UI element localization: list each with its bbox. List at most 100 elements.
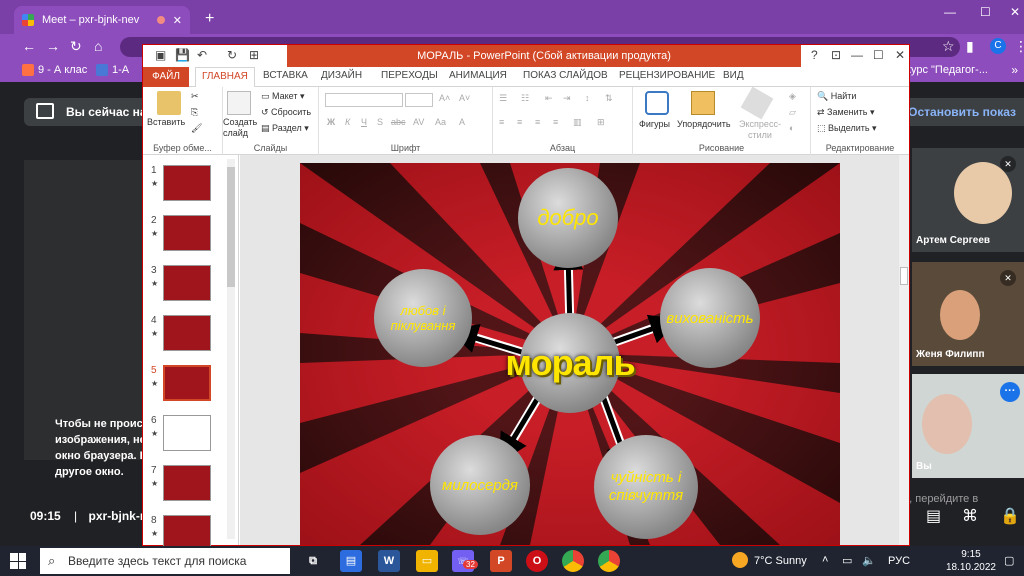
smartart-icon[interactable]: ⊞ (597, 117, 605, 128)
store-icon[interactable]: ▤ (340, 550, 362, 572)
weather-text[interactable]: 7°C Sunny (754, 555, 807, 567)
shrink-font-icon[interactable]: A˅ (459, 93, 470, 103)
participant-tile[interactable]: ✕ Женя Филипп (912, 262, 1024, 366)
volume-icon[interactable]: 🔈 (862, 554, 876, 567)
value-node-bottom-right[interactable]: чуйність і співчуття (594, 435, 698, 539)
bookmark-item[interactable]: 9 - А клас (22, 64, 87, 76)
shape-outline-icon[interactable]: ▱ (789, 107, 796, 118)
bold-icon[interactable]: Ж (327, 117, 335, 127)
lock-icon[interactable]: 🔒 (1000, 506, 1020, 526)
align-right-icon[interactable]: ≡ (535, 117, 540, 127)
justify-icon[interactable]: ≡ (553, 117, 558, 127)
chrome-icon[interactable] (562, 550, 584, 572)
value-node-top[interactable]: добро (518, 168, 618, 268)
strikethrough-icon[interactable]: abc (391, 117, 406, 127)
shadow-icon[interactable]: S (377, 117, 383, 127)
scrollbar-thumb[interactable] (900, 267, 908, 285)
task-view-icon[interactable]: ⧉ (302, 550, 324, 572)
value-node-bottom-left[interactable]: милосердя (430, 435, 530, 535)
section-button[interactable]: ▤ Раздел ▾ (261, 123, 309, 134)
ppt-minimize-icon[interactable]: — (851, 48, 863, 62)
file-explorer-icon[interactable]: ▭ (416, 550, 438, 572)
participant-tile[interactable]: ✕ Артем Сергеев (912, 148, 1024, 252)
font-name-combo[interactable] (325, 93, 403, 107)
cut-icon[interactable]: ✂ (191, 91, 199, 102)
bookmarks-overflow-icon[interactable]: » (1011, 63, 1018, 77)
redo-icon[interactable]: ↻ (227, 48, 237, 62)
windows-start-icon[interactable] (10, 553, 26, 569)
center-node[interactable]: мораль (505, 313, 636, 413)
new-tab-button[interactable]: + (205, 10, 214, 28)
decrease-indent-icon[interactable]: ⇤ (545, 93, 553, 104)
scrollbar-thumb[interactable] (227, 167, 235, 287)
tab-animation[interactable]: АНИМАЦИЯ (449, 70, 507, 81)
language-indicator[interactable]: РУС (888, 555, 910, 567)
stop-presenting-button[interactable]: Остановить показ (908, 105, 1016, 119)
new-slide-button[interactable]: Создать слайд (223, 117, 259, 139)
char-spacing-icon[interactable]: AV (413, 117, 424, 127)
change-case-icon[interactable]: Aa (435, 117, 446, 127)
slide-thumbnail[interactable]: 4 ★ (151, 315, 231, 355)
slide-thumbnail[interactable]: 2 ★ (151, 215, 231, 255)
chrome-profile-icon[interactable] (598, 550, 620, 572)
bullets-icon[interactable]: ☰ (499, 93, 507, 104)
font-size-combo[interactable] (405, 93, 433, 107)
copy-icon[interactable]: ⎘ (191, 107, 198, 118)
tab-design[interactable]: ДИЗАЙН (321, 70, 362, 81)
more-options-button[interactable]: ··· (1000, 382, 1020, 402)
powerpoint-icon[interactable]: P (490, 550, 512, 572)
text-direction-icon[interactable]: ⇅ (605, 93, 613, 104)
underline-icon[interactable]: Ч (361, 117, 367, 127)
reset-button[interactable]: ↺ Сбросить (261, 107, 311, 118)
slide-thumbnail[interactable]: 7 ★ (151, 465, 231, 505)
browser-tab-meet[interactable]: Meet – pxr-bjnk-nev ✕ (14, 6, 190, 34)
arrange-button[interactable]: Упорядочить (677, 119, 731, 129)
tab-home[interactable]: ГЛАВНАЯ (195, 67, 255, 88)
ppt-close-icon[interactable]: ✕ (895, 48, 905, 62)
profile-avatar[interactable]: C (990, 38, 1006, 54)
align-left-icon[interactable]: ≡ (499, 117, 504, 127)
maximize-icon[interactable]: ☐ (980, 5, 991, 19)
tab-file[interactable]: ФАЙЛ (143, 67, 189, 87)
forward-icon[interactable]: → (46, 38, 60, 54)
slideshow-start-icon[interactable]: ⊞ (249, 48, 259, 62)
ribbon-display-icon[interactable]: ⊡ (831, 48, 841, 62)
slide-canvas[interactable]: добро любов і піклування вихованість мор… (300, 163, 840, 545)
taskbar-clock[interactable]: 9:15 18.10.2022 (946, 548, 996, 574)
shape-fill-icon[interactable]: ◈ (789, 91, 796, 102)
tab-insert[interactable]: ВСТАВКА (263, 70, 308, 81)
columns-icon[interactable]: ▥ (573, 117, 582, 128)
slide-thumbnail[interactable]: 1 ★ (151, 165, 231, 205)
italic-icon[interactable]: К (345, 117, 350, 127)
slide-thumbnail[interactable]: 3 ★ (151, 265, 231, 305)
quick-styles-button[interactable]: Экспресс-стили (733, 119, 787, 141)
align-center-icon[interactable]: ≡ (517, 117, 522, 127)
minimize-icon[interactable]: — (944, 5, 956, 19)
opera-icon[interactable]: O (526, 550, 548, 572)
tab-slideshow[interactable]: ПОКАЗ СЛАЙДОВ (523, 70, 608, 81)
home-icon[interactable]: ⌂ (94, 38, 102, 54)
tray-chevron-icon[interactable]: ˄ (822, 554, 828, 566)
tab-transitions[interactable]: ПЕРЕХОДЫ (381, 70, 438, 81)
tab-close-button[interactable]: ✕ (173, 14, 182, 27)
increase-indent-icon[interactable]: ⇥ (563, 93, 571, 104)
tab-view[interactable]: ВИД (723, 70, 744, 81)
bookmark-item[interactable]: 1-А (96, 64, 129, 76)
shapes-button[interactable]: Фигуры (639, 119, 670, 129)
value-node-right[interactable]: вихованість (660, 268, 760, 368)
find-button[interactable]: 🔍 Найти (817, 91, 856, 102)
undo-icon[interactable]: ↶ (197, 48, 207, 62)
grow-font-icon[interactable]: A˄ (439, 93, 450, 103)
numbering-icon[interactable]: ☷ (521, 93, 529, 104)
reload-icon[interactable]: ↻ (70, 38, 82, 55)
notifications-icon[interactable]: ▢ (1004, 554, 1014, 567)
value-node-left[interactable]: любов і піклування (374, 269, 472, 367)
menu-kebab-icon[interactable]: ⋮ (1014, 38, 1024, 55)
save-icon[interactable]: 💾 (175, 48, 190, 62)
font-color-icon[interactable]: A (459, 117, 465, 127)
side-panel-icon[interactable]: ▮ (966, 38, 974, 55)
help-icon[interactable]: ? (811, 48, 818, 62)
bookmark-star-icon[interactable]: ☆ (942, 38, 955, 55)
paste-button[interactable]: Вставить (147, 117, 185, 127)
thumbnail-scrollbar[interactable] (227, 159, 235, 539)
